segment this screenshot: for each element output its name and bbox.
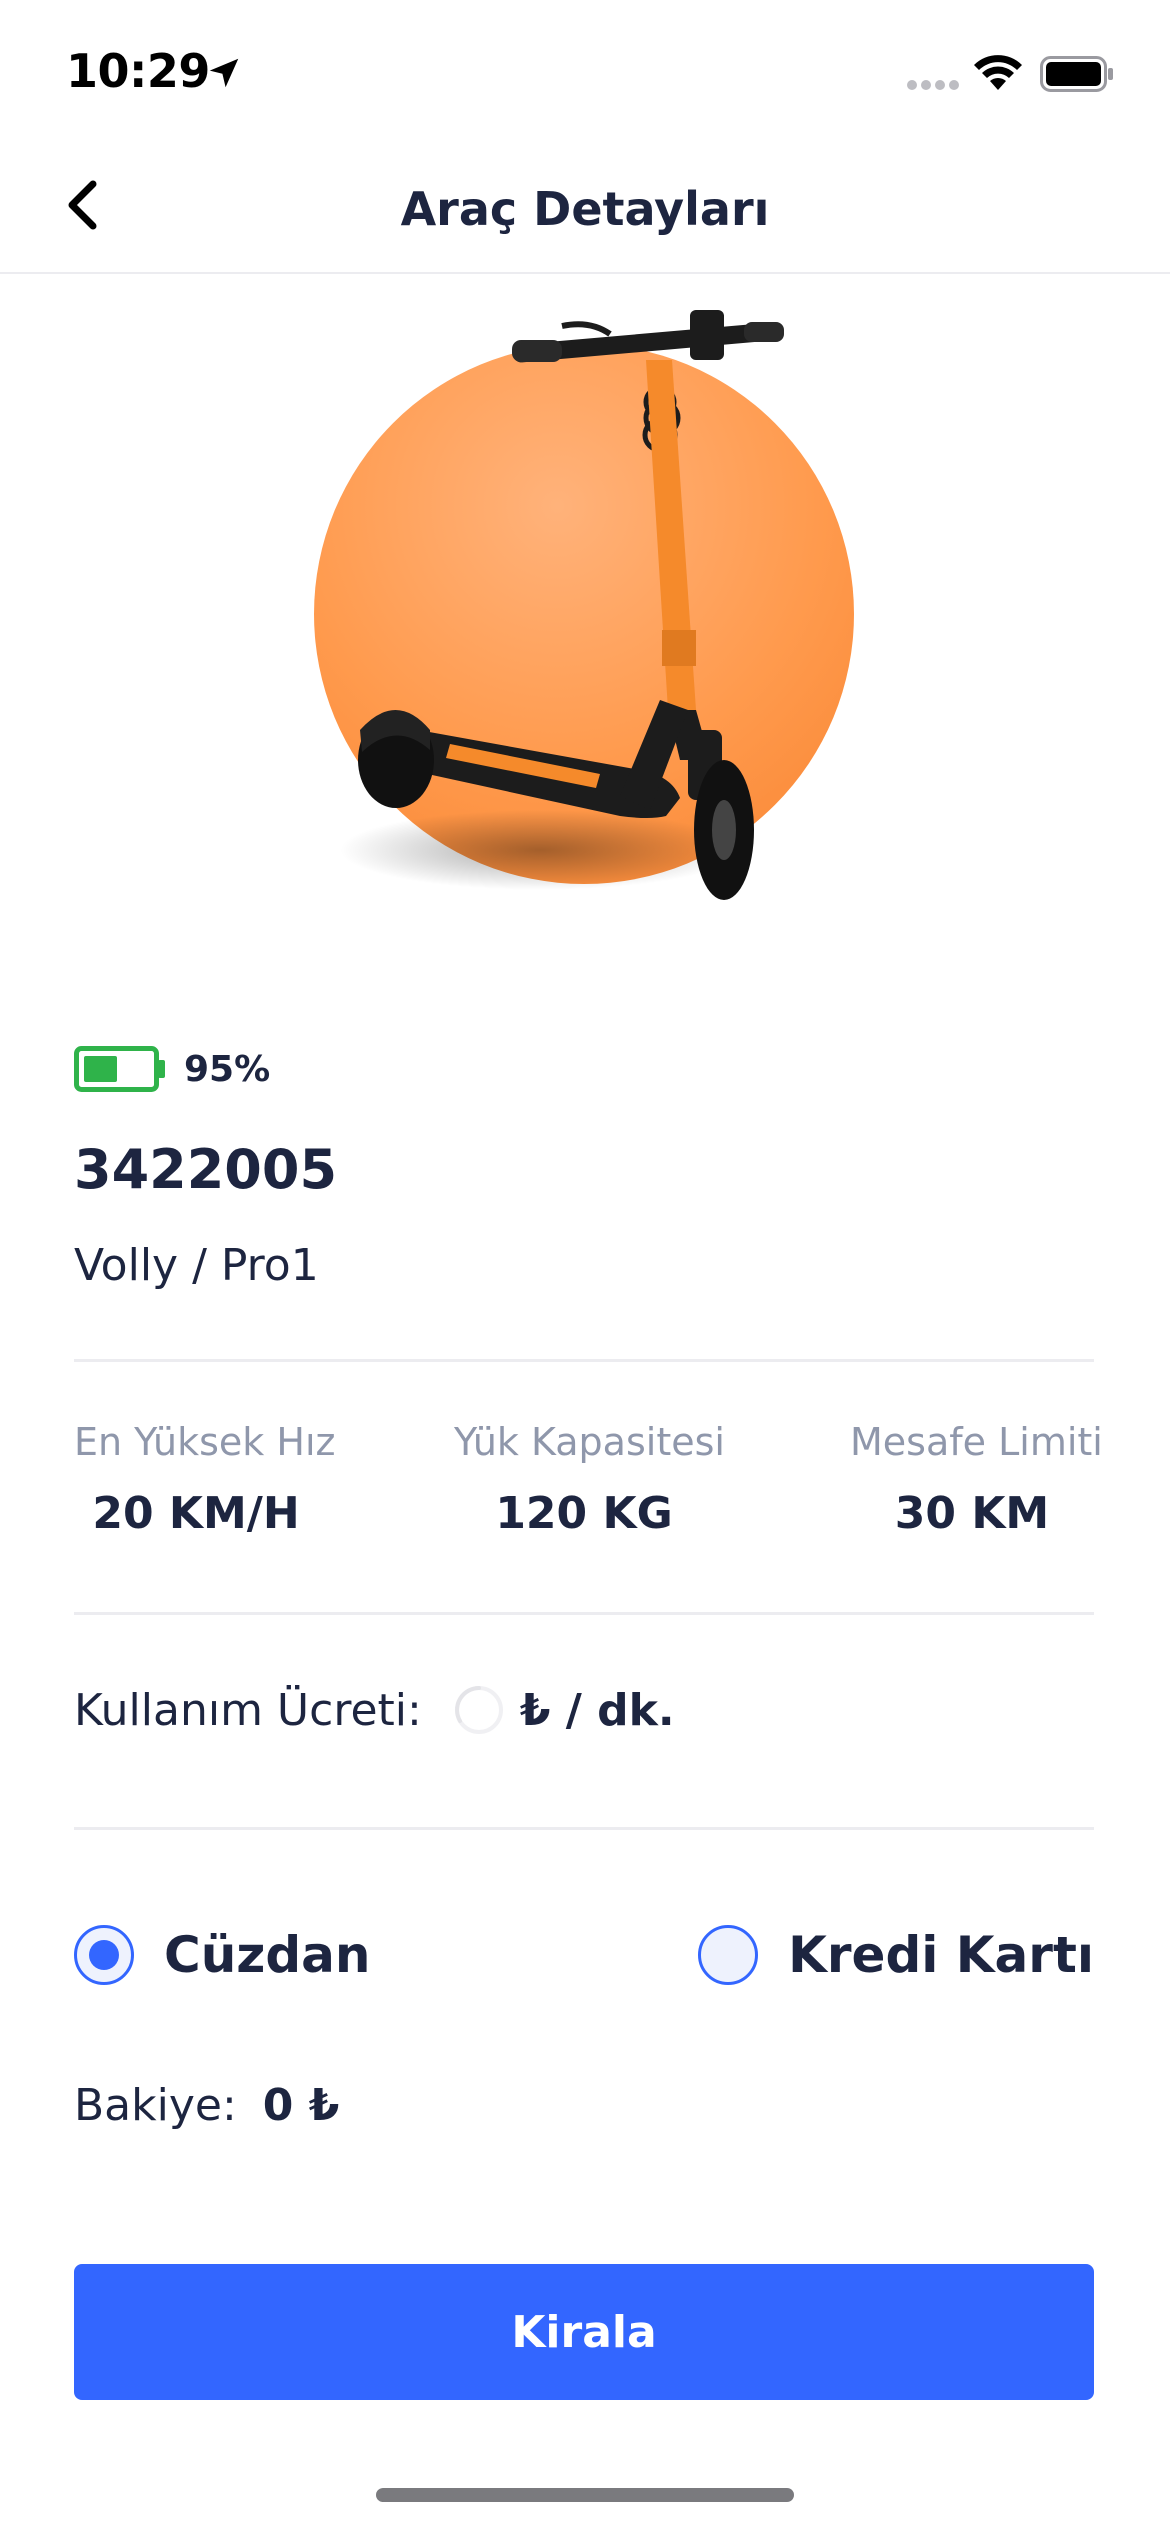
- vehicle-battery-status: 95%: [74, 1044, 270, 1094]
- battery-icon: [1040, 56, 1113, 92]
- balance-label: Bakiye:: [74, 2080, 237, 2131]
- payment-option-wallet[interactable]: Cüzdan: [74, 1920, 371, 1990]
- vehicle-model: Volly / Pro1: [74, 1240, 319, 1291]
- scooter-image: [340, 310, 784, 900]
- balance-value: 0 ₺: [262, 2080, 340, 2131]
- divider: [74, 1359, 1094, 1362]
- vehicle-details-screen: 10:29 Araç Detayları 95% 3422005 Volly /…: [0, 0, 1170, 2532]
- usage-fee-unit: ₺ / dk.: [519, 1684, 675, 1736]
- vehicle-hero: [300, 290, 880, 950]
- battery-level-icon: [74, 1046, 165, 1092]
- spec-distance-limit: Mesafe Limiti 30 KM: [850, 1420, 1103, 1539]
- spec-value: 30 KM: [894, 1488, 1050, 1539]
- usage-fee-label: Kullanım Ücreti:: [74, 1684, 422, 1736]
- status-bar: 10:29: [0, 0, 1170, 140]
- wallet-balance: Bakiye: 0 ₺: [74, 2080, 339, 2131]
- usage-fee: Kullanım Ücreti: ₺ / dk.: [74, 1680, 675, 1740]
- spec-value: 120 KG: [495, 1488, 673, 1539]
- navigation-bar: Araç Detayları: [0, 140, 1170, 274]
- page-title: Araç Detayları: [400, 182, 770, 236]
- payment-option-label: Cüzdan: [164, 1926, 371, 1984]
- divider: [74, 1827, 1094, 1830]
- vehicle-specs: En Yüksek Hız 20 KM/H Yük Kapasitesi 120…: [74, 1420, 1103, 1560]
- vehicle-id: 3422005: [74, 1138, 338, 1201]
- payment-option-label: Kredi Kartı: [788, 1926, 1094, 1984]
- home-indicator: [376, 2488, 794, 2502]
- spec-load-capacity: Yük Kapasitesi 120 KG: [454, 1420, 725, 1539]
- payment-option-credit-card[interactable]: Kredi Kartı: [698, 1920, 1094, 1990]
- rent-button[interactable]: Kirala: [74, 2264, 1094, 2400]
- radio-wallet[interactable]: [74, 1925, 134, 1985]
- battery-percent: 95%: [184, 1048, 271, 1090]
- cellular-signal-icon: [907, 80, 959, 90]
- radio-credit-card[interactable]: [698, 1925, 759, 1985]
- battery-fill: [84, 1056, 117, 1082]
- loading-spinner-icon: [454, 1686, 503, 1734]
- spec-value: 20 KM/H: [92, 1488, 300, 1539]
- spec-label: En Yüksek Hız: [74, 1420, 336, 1464]
- spec-label: Yük Kapasitesi: [454, 1420, 725, 1464]
- wifi-icon: [974, 55, 1022, 90]
- status-time: 10:29: [66, 44, 210, 98]
- location-arrow-icon: [209, 58, 239, 88]
- divider: [74, 1612, 1094, 1615]
- spec-label: Mesafe Limiti: [850, 1420, 1103, 1464]
- spec-max-speed: En Yüksek Hız 20 KM/H: [74, 1420, 336, 1539]
